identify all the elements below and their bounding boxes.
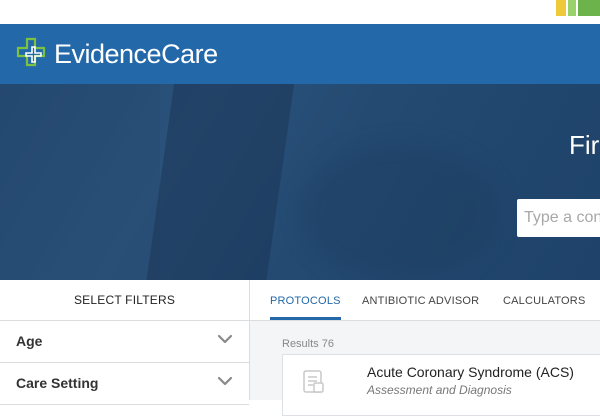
result-subtitle: Assessment and Diagnosis bbox=[367, 383, 512, 397]
filter-label: Age bbox=[16, 333, 43, 349]
tab-label: PROTOCOLS bbox=[270, 295, 341, 307]
filter-care-setting[interactable]: Care Setting bbox=[0, 363, 249, 405]
tab-protocols[interactable]: PROTOCOLS bbox=[270, 280, 341, 320]
results-count: Results 76 bbox=[282, 338, 334, 350]
brand-logo[interactable]: EvidenceCare bbox=[16, 37, 218, 71]
hero-banner: Fir bbox=[0, 84, 600, 280]
result-card[interactable]: Acute Coronary Syndrome (ACS) Assessment… bbox=[282, 354, 600, 416]
app-header: EvidenceCare bbox=[0, 24, 600, 84]
tab-calculators[interactable]: CALCULATORS bbox=[503, 280, 585, 320]
chevron-down-icon[interactable] bbox=[217, 373, 233, 389]
tab-bar: PROTOCOLS ANTIBIOTIC ADVISOR CALCULATORS bbox=[250, 280, 600, 321]
filter-label: Care Setting bbox=[16, 375, 99, 391]
search-input[interactable] bbox=[517, 199, 600, 237]
result-title: Acute Coronary Syndrome (ACS) bbox=[367, 364, 574, 380]
tab-antibiotic-advisor[interactable]: ANTIBIOTIC ADVISOR bbox=[362, 280, 479, 320]
map-thumbnail-image bbox=[556, 0, 600, 16]
chevron-down-icon[interactable] bbox=[217, 331, 233, 347]
browser-top-strip bbox=[0, 0, 600, 24]
tab-label: ANTIBIOTIC ADVISOR bbox=[362, 295, 480, 307]
cross-logo-icon bbox=[16, 37, 46, 67]
filter-age[interactable]: Age bbox=[0, 321, 249, 363]
filters-heading: SELECT FILTERS bbox=[0, 280, 249, 321]
document-icon bbox=[303, 370, 324, 393]
brand-name: EvidenceCare bbox=[54, 39, 218, 69]
active-tab-indicator bbox=[270, 317, 341, 320]
results-area: PROTOCOLS ANTIBIOTIC ADVISOR CALCULATORS… bbox=[250, 280, 600, 416]
filters-panel: SELECT FILTERS Age Care Setting bbox=[0, 280, 250, 405]
hero-title: Fir bbox=[569, 130, 600, 160]
tab-label: CALCULATORS bbox=[503, 295, 586, 307]
